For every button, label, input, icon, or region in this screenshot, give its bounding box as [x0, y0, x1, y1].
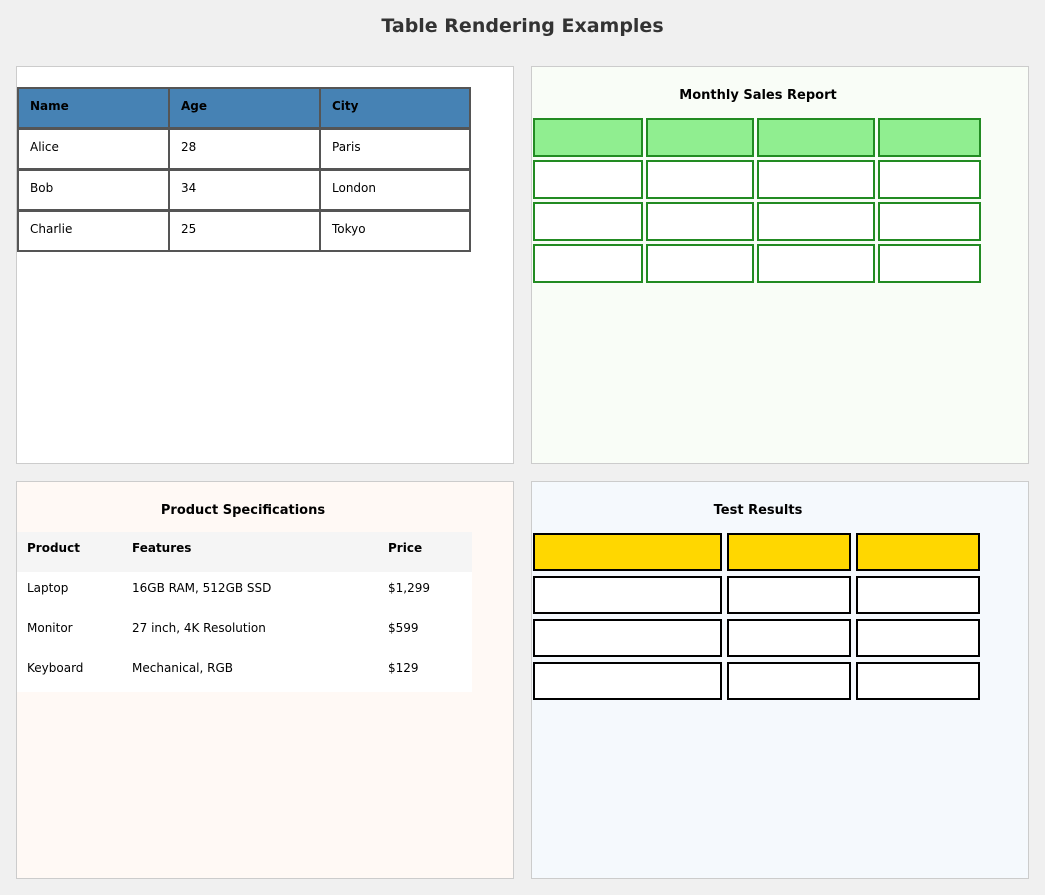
table-cell [856, 619, 980, 657]
table-cell: 27 inch, 4K Resolution [132, 621, 266, 635]
table-cell [646, 202, 754, 241]
sales-report-title: Monthly Sales Report [532, 88, 984, 103]
table-cell [727, 662, 851, 700]
header-cell: Features [132, 541, 191, 555]
table-cell [878, 202, 981, 241]
test-results-title: Test Results [532, 503, 984, 518]
header-cell [878, 118, 981, 157]
header-cell [757, 118, 875, 157]
table-cell [533, 202, 643, 241]
table-cell: Keyboard [27, 661, 83, 675]
table-cell: Laptop [27, 581, 68, 595]
header-cell: City [319, 87, 471, 129]
table-cell: 34 [168, 169, 321, 211]
table-cell [533, 662, 722, 700]
table-cell [757, 160, 875, 199]
header-cell [533, 533, 722, 571]
table-cell [856, 662, 980, 700]
table-cell [533, 160, 643, 199]
table-cell: 28 [168, 128, 321, 170]
table-cell: Mechanical, RGB [132, 661, 233, 675]
table-cell: 16GB RAM, 512GB SSD [132, 581, 271, 595]
header-cell: Price [388, 541, 422, 555]
table-cell: $1,299 [388, 581, 430, 595]
header-cell: Product [27, 541, 80, 555]
table-cell: Alice [17, 128, 170, 170]
header-cell [646, 118, 754, 157]
table-cell [878, 160, 981, 199]
header-cell [727, 533, 851, 571]
table-cell: Monitor [27, 621, 73, 635]
table-cell: London [319, 169, 471, 211]
table-cell: Bob [17, 169, 170, 211]
table-cell [856, 576, 980, 614]
product-specs-title: Product Specifications [17, 503, 469, 518]
table-cell [757, 202, 875, 241]
table-cell [533, 619, 722, 657]
table-cell: 25 [168, 210, 321, 252]
table-cell [757, 244, 875, 283]
table-cell: Charlie [17, 210, 170, 252]
table-cell [878, 244, 981, 283]
table-cell [646, 244, 754, 283]
table-cell: Tokyo [319, 210, 471, 252]
header-cell: Age [168, 87, 321, 129]
header-cell: Name [17, 87, 170, 129]
table-cell: Paris [319, 128, 471, 170]
table-cell [727, 576, 851, 614]
table-cell [646, 160, 754, 199]
figure-title: Table Rendering Examples [0, 15, 1045, 37]
table-cell [533, 576, 722, 614]
header-cell [856, 533, 980, 571]
table-cell [533, 244, 643, 283]
table-cell [727, 619, 851, 657]
table-cell: $129 [388, 661, 419, 675]
table-cell: $599 [388, 621, 419, 635]
header-cell [533, 118, 643, 157]
